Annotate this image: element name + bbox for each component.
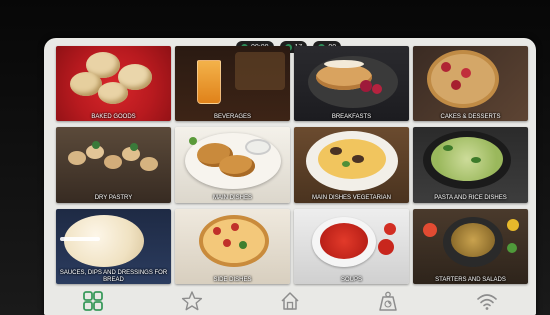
category-tile-cakes-desserts[interactable]: CAKES & DESSERTS: [413, 46, 528, 122]
herb-image: [507, 242, 517, 253]
category-tile-dry-pastry[interactable]: DRY PASTRY: [56, 127, 171, 203]
tomato-image: [231, 222, 239, 231]
nav-categories-button[interactable]: [44, 287, 142, 315]
dip-image: [64, 214, 144, 267]
category-label: BREAKFASTS: [331, 113, 372, 120]
tomato-image: [378, 238, 394, 255]
tart-image: [427, 50, 499, 108]
star-icon: [181, 291, 202, 311]
category-label: BEVERAGES: [213, 113, 251, 120]
fruit-image: [461, 68, 471, 78]
category-tile-sauces-dips[interactable]: SAUCES, DIPS and DRESSINGS FOR BREAD: [56, 208, 171, 284]
category-grid: BAKED GOODS BEVERAGES BREAKFASTS CAKES &…: [56, 46, 528, 284]
spoon-image: [60, 236, 100, 241]
device-bezel: 00:00 17 00 BAKED GOODS: [0, 0, 550, 315]
scale-icon: [379, 291, 398, 311]
touch-screen: 00:00 17 00 BAKED GOODS: [44, 38, 536, 315]
category-tile-side-dishes[interactable]: SIDE DISHES: [175, 208, 290, 284]
lemon-image: [507, 218, 519, 231]
herb-image: [239, 240, 247, 249]
bread-roll-image: [98, 82, 128, 104]
category-label: MAIN DISHES VEGETARIAN: [312, 195, 391, 202]
juice-glass-image: [197, 60, 221, 104]
category-label: SOUPS: [340, 276, 362, 283]
category-tile-baked-goods[interactable]: BAKED GOODS: [56, 46, 171, 122]
nav-home-button[interactable]: [241, 287, 339, 315]
berry-image: [360, 80, 372, 92]
category-tile-beverages[interactable]: BEVERAGES: [175, 46, 290, 122]
category-tile-main-dishes[interactable]: MAIN DISHES: [175, 127, 290, 203]
fruit-image: [441, 62, 451, 72]
category-label: BAKED GOODS: [91, 113, 136, 120]
cream-image: [324, 60, 364, 68]
category-label: STARTERS and SALADS: [435, 276, 506, 283]
category-tile-starters-salads[interactable]: STARTERS and SALADS: [413, 208, 528, 284]
nav-wifi-button[interactable]: [438, 287, 536, 315]
category-label: DRY PASTRY: [94, 195, 133, 202]
tomato-image: [213, 226, 221, 235]
pepper-image: [423, 222, 437, 237]
grid-icon: [83, 291, 104, 311]
category-label: MAIN DISHES: [212, 195, 252, 202]
salad-image: [451, 222, 495, 257]
nav-scale-button[interactable]: [339, 287, 437, 315]
category-tile-soups[interactable]: SOUPS: [294, 208, 409, 284]
category-label: CAKES & DESSERTS: [440, 113, 501, 120]
category-label: SIDE DISHES: [213, 276, 252, 283]
wifi-icon: [476, 294, 497, 310]
home-icon: [281, 292, 299, 310]
category-label: SAUCES, DIPS and DRESSINGS FOR BREAD: [59, 270, 168, 283]
bottom-navigation: [44, 287, 536, 315]
category-tile-breakfasts[interactable]: BREAKFASTS: [294, 46, 409, 122]
tomato-soup-image: [320, 222, 368, 259]
tomato-image: [223, 238, 231, 247]
category-label: PASTA and RICE DISHES: [434, 195, 507, 202]
fruit-image: [451, 80, 461, 90]
background-shelf-image: [235, 52, 285, 90]
category-tile-pasta-rice[interactable]: PASTA and RICE DISHES: [413, 127, 528, 203]
tomato-image: [384, 222, 396, 235]
nav-favorites-button[interactable]: [142, 287, 240, 315]
category-tile-main-dishes-vegetarian[interactable]: MAIN DISHES VEGETARIAN: [294, 127, 409, 203]
cookies-image: [64, 141, 164, 181]
berry-image: [372, 84, 382, 94]
